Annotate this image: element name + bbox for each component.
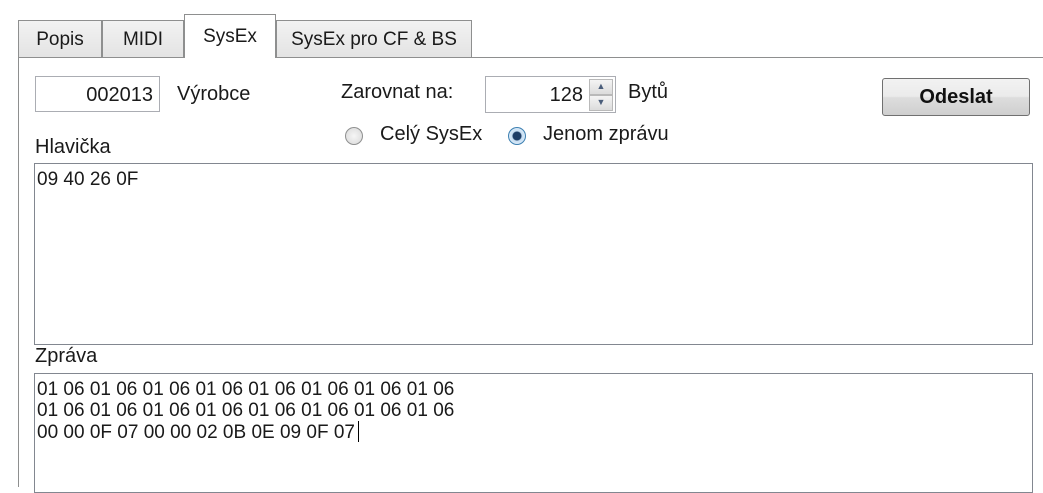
message-line: 01 06 01 06 01 06 01 06 01 06 01 06 01 0… xyxy=(37,379,455,400)
header-textarea[interactable]: 09 40 26 0F xyxy=(34,163,1033,345)
align-unit: Bytů xyxy=(628,81,669,103)
radio-message-only-label[interactable]: Jenom zprávu xyxy=(543,123,669,146)
tab-midi[interactable]: MIDI xyxy=(102,20,184,58)
radio-whole-sysex-label[interactable]: Celý SysEx xyxy=(380,123,482,146)
message-line: 00 00 0F 07 00 00 02 0B 0E 09 0F 07 xyxy=(37,422,355,443)
manufacturer-value: 002013 xyxy=(86,84,153,106)
header-content: 09 40 26 0F xyxy=(37,169,139,190)
stepper-up-icon[interactable]: ▲ xyxy=(589,79,613,95)
align-stepper-buttons: ▲ ▼ xyxy=(589,79,613,111)
radio-message-only[interactable] xyxy=(508,127,526,145)
align-label: Zarovnat na: xyxy=(341,81,454,103)
sysex-tab-page: 002013 Výrobce Zarovnat na: 128 ▲ ▼ Bytů… xyxy=(18,57,1043,493)
manufacturer-input[interactable]: 002013 xyxy=(35,76,160,112)
header-label: Hlavička xyxy=(35,136,111,158)
radio-whole-sysex[interactable] xyxy=(345,127,363,145)
stepper-down-icon[interactable]: ▼ xyxy=(589,95,613,111)
align-stepper[interactable]: 128 ▲ ▼ xyxy=(485,76,616,113)
tab-sysex[interactable]: SysEx xyxy=(184,14,276,58)
manufacturer-label: Výrobce xyxy=(177,83,251,105)
message-line: 01 06 01 06 01 06 01 06 01 06 01 06 01 0… xyxy=(37,400,455,421)
send-button[interactable]: Odeslat xyxy=(882,78,1030,116)
tab-sysex-cf-bs[interactable]: SysEx pro CF & BS xyxy=(276,20,472,58)
text-caret xyxy=(357,421,359,442)
message-label: Zpráva xyxy=(35,345,98,367)
align-value: 128 xyxy=(549,84,583,106)
tab-popis[interactable]: Popis xyxy=(18,20,102,58)
message-textarea[interactable]: 01 06 01 06 01 06 01 06 01 06 01 06 01 0… xyxy=(34,373,1033,493)
